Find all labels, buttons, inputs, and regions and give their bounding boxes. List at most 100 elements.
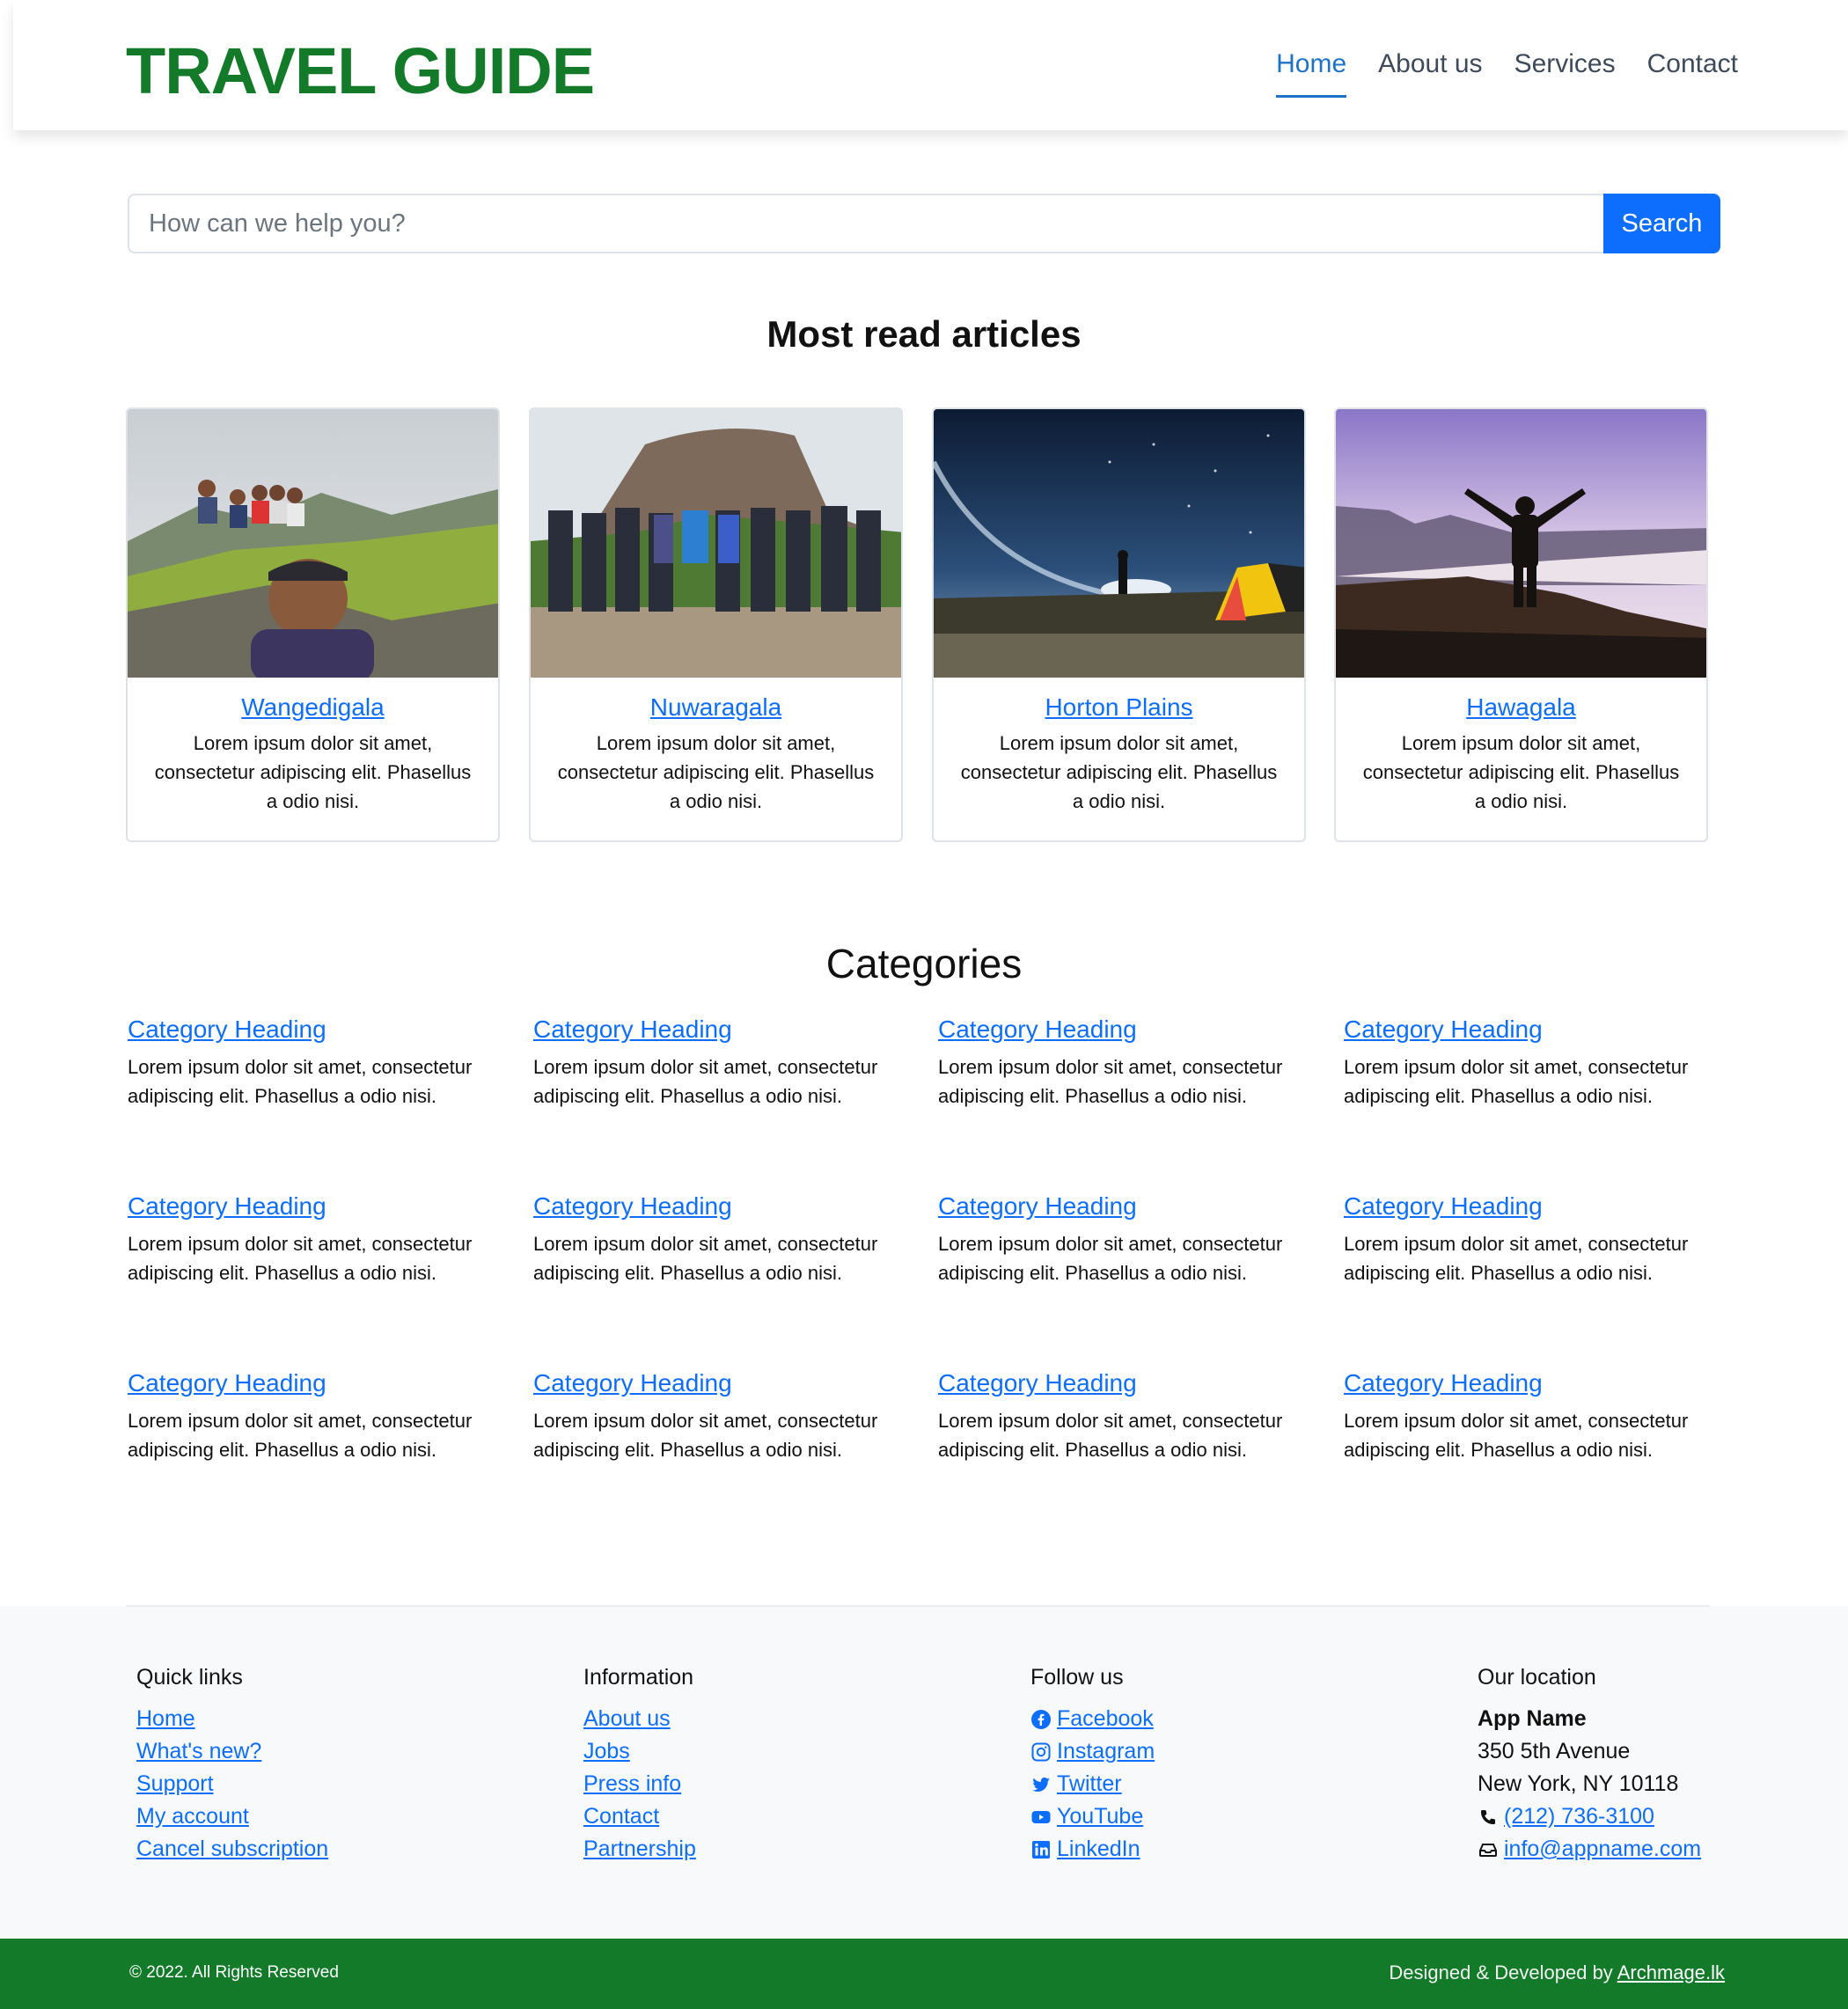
credits: Designed & Developed by Archmage.lk: [1389, 1961, 1725, 1984]
category-heading-link[interactable]: Category Heading: [533, 1192, 732, 1220]
category-text: Lorem ipsum dolor sit amet, consectetur …: [533, 1410, 878, 1461]
article-excerpt: Lorem ipsum dolor sit amet, consectetur …: [1362, 732, 1680, 812]
footer-heading: Quick links: [136, 1665, 243, 1690]
footer-link-instagram[interactable]: Instagram: [1057, 1735, 1155, 1768]
instagram-icon: [1031, 1742, 1051, 1761]
footer-heading: Our location: [1478, 1665, 1596, 1690]
search-bar: Search: [128, 194, 1720, 253]
most-read-heading: Most read articles: [766, 313, 1082, 355]
category-item: Category Heading Lorem ipsum dolor sit am…: [533, 1369, 912, 1464]
bottom-bar: © 2022. All Rights Reserved Designed & D…: [0, 1939, 1848, 2009]
article-image-nuwaragala[interactable]: [531, 409, 901, 678]
category-heading-link[interactable]: Category Heading: [128, 1015, 326, 1043]
credits-link[interactable]: Archmage.lk: [1617, 1961, 1725, 1983]
article-image-hawagala[interactable]: [1336, 409, 1706, 678]
linkedin-icon: [1032, 1840, 1050, 1859]
brand-logo[interactable]: TRAVEL GUIDE: [126, 33, 595, 108]
main-nav: Home About us Services Contact: [1276, 49, 1738, 98]
categories-heading: Categories: [825, 941, 1023, 986]
article-card: Hawagala Lorem ipsum dolor sit amet, con…: [1334, 407, 1708, 842]
location-city: New York, NY 10118: [1478, 1771, 1679, 1796]
category-text: Lorem ipsum dolor sit amet, consectetur …: [938, 1233, 1283, 1284]
footer-link-cancel-subscription[interactable]: Cancel subscription: [136, 1833, 328, 1866]
nav-about[interactable]: About us: [1378, 49, 1482, 98]
category-item: Category Heading Lorem ipsum dolor sit am…: [128, 1192, 506, 1287]
category-item: Category Heading Lorem ipsum dolor sit am…: [1344, 1015, 1722, 1111]
footer-heading: Information: [583, 1665, 694, 1690]
category-item: Category Heading Lorem ipsum dolor sit am…: [128, 1015, 506, 1111]
article-excerpt: Lorem ipsum dolor sit amet, consectetur …: [557, 732, 875, 812]
footer-link-partnership[interactable]: Partnership: [583, 1833, 696, 1866]
footer-link-press-info[interactable]: Press info: [583, 1768, 681, 1800]
category-item: Category Heading Lorem ipsum dolor sit am…: [938, 1369, 1316, 1464]
category-heading-link[interactable]: Category Heading: [128, 1192, 326, 1220]
footer-quick-links: Quick links Home What's new? Support My …: [136, 1665, 328, 1866]
category-text: Lorem ipsum dolor sit amet, consectetur …: [128, 1410, 473, 1461]
category-text: Lorem ipsum dolor sit amet, consectetur …: [938, 1056, 1283, 1107]
category-text: Lorem ipsum dolor sit amet, consectetur …: [1344, 1410, 1689, 1461]
category-item: Category Heading Lorem ipsum dolor sit am…: [938, 1192, 1316, 1287]
footer-link-twitter[interactable]: Twitter: [1057, 1768, 1122, 1800]
location-email-link[interactable]: info@appname.com: [1504, 1833, 1701, 1866]
footer-location: Our location App Name 350 5th Avenue New…: [1478, 1665, 1701, 1866]
twitter-icon: [1032, 1777, 1050, 1792]
category-heading-link[interactable]: Category Heading: [938, 1015, 1137, 1043]
footer-link-whats-new[interactable]: What's new?: [136, 1735, 261, 1768]
footer-information: Information About us Jobs Press info Con…: [583, 1665, 696, 1866]
category-text: Lorem ipsum dolor sit amet, consectetur …: [1344, 1056, 1689, 1107]
footer-divider: [126, 1605, 1710, 1607]
category-item: Category Heading Lorem ipsum dolor sit am…: [1344, 1369, 1722, 1464]
category-item: Category Heading Lorem ipsum dolor sit am…: [938, 1015, 1316, 1111]
footer-link-support[interactable]: Support: [136, 1768, 214, 1800]
category-text: Lorem ipsum dolor sit amet, consectetur …: [128, 1233, 473, 1284]
location-street: 350 5th Avenue: [1478, 1739, 1631, 1763]
article-image-horton-plains[interactable]: [934, 409, 1304, 678]
inbox-icon: [1479, 1843, 1497, 1857]
footer-link-about-us[interactable]: About us: [583, 1703, 671, 1735]
copyright-text: © 2022. All Rights Reserved: [129, 1963, 339, 1982]
nav-services[interactable]: Services: [1514, 49, 1616, 98]
article-title-link[interactable]: Horton Plains: [934, 693, 1304, 722]
category-heading-link[interactable]: Category Heading: [1344, 1015, 1543, 1043]
category-text: Lorem ipsum dolor sit amet, consectetur …: [533, 1056, 878, 1107]
article-card: Wangedigala Lorem ipsum dolor sit amet, …: [126, 407, 500, 842]
footer-link-facebook[interactable]: Facebook: [1057, 1703, 1154, 1735]
footer-link-linkedin[interactable]: LinkedIn: [1057, 1833, 1140, 1866]
article-title-link[interactable]: Wangedigala: [128, 693, 498, 722]
location-phone-link[interactable]: (212) 736-3100: [1504, 1800, 1654, 1833]
nav-contact[interactable]: Contact: [1647, 49, 1738, 98]
youtube-icon: [1031, 1810, 1051, 1823]
credits-prefix: Designed & Developed by: [1389, 1961, 1617, 1983]
category-heading-link[interactable]: Category Heading: [938, 1369, 1137, 1397]
category-item: Category Heading Lorem ipsum dolor sit am…: [533, 1015, 912, 1111]
nav-home[interactable]: Home: [1276, 49, 1347, 98]
facebook-icon: [1031, 1709, 1051, 1729]
footer-follow-us: Follow us Facebook Instagram Twitter You…: [1030, 1665, 1155, 1866]
location-app-name: App Name: [1478, 1706, 1587, 1731]
category-item: Category Heading Lorem ipsum dolor sit am…: [128, 1369, 506, 1464]
footer-heading: Follow us: [1030, 1665, 1124, 1690]
article-image-wangedigala[interactable]: [128, 409, 498, 678]
category-text: Lorem ipsum dolor sit amet, consectetur …: [533, 1233, 878, 1284]
article-card: Nuwaragala Lorem ipsum dolor sit amet, c…: [529, 407, 903, 842]
footer-link-my-account[interactable]: My account: [136, 1800, 249, 1833]
search-input[interactable]: [128, 194, 1603, 253]
article-title-link[interactable]: Nuwaragala: [531, 693, 901, 722]
category-heading-link[interactable]: Category Heading: [938, 1192, 1137, 1220]
category-text: Lorem ipsum dolor sit amet, consectetur …: [1344, 1233, 1689, 1284]
search-button[interactable]: Search: [1603, 194, 1720, 253]
category-heading-link[interactable]: Category Heading: [128, 1369, 326, 1397]
footer-link-contact[interactable]: Contact: [583, 1800, 659, 1833]
footer-link-youtube[interactable]: YouTube: [1057, 1800, 1143, 1833]
footer-link-jobs[interactable]: Jobs: [583, 1735, 630, 1768]
article-excerpt: Lorem ipsum dolor sit amet, consectetur …: [960, 732, 1278, 812]
category-heading-link[interactable]: Category Heading: [1344, 1369, 1543, 1397]
footer-link-home[interactable]: Home: [136, 1703, 195, 1735]
category-heading-link[interactable]: Category Heading: [533, 1015, 732, 1043]
site-header: TRAVEL GUIDE Home About us Services Cont…: [13, 0, 1848, 130]
category-item: Category Heading Lorem ipsum dolor sit am…: [533, 1192, 912, 1287]
category-heading-link[interactable]: Category Heading: [533, 1369, 732, 1397]
category-text: Lorem ipsum dolor sit amet, consectetur …: [128, 1056, 473, 1107]
article-title-link[interactable]: Hawagala: [1336, 693, 1706, 722]
category-heading-link[interactable]: Category Heading: [1344, 1192, 1543, 1220]
